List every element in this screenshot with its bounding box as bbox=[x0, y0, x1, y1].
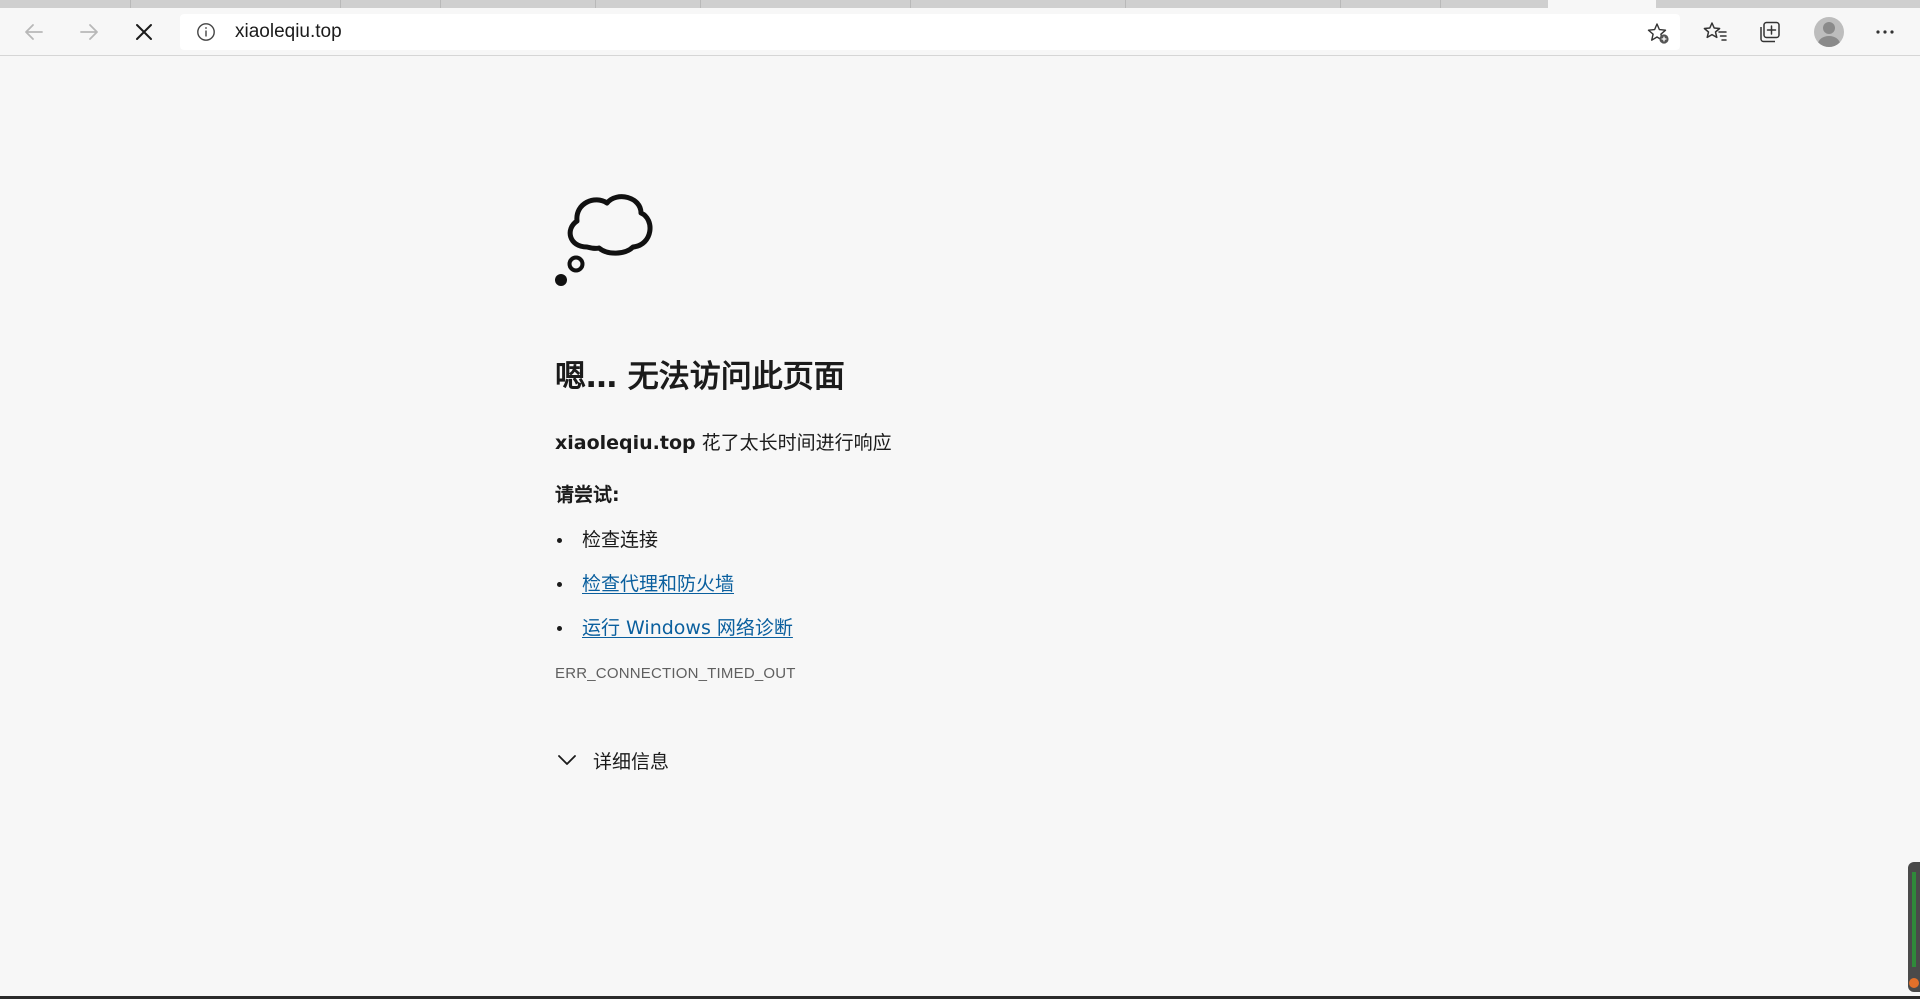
error-host: xiaoleqiu.top bbox=[555, 432, 696, 454]
thought-cloud-icon bbox=[555, 194, 653, 286]
address-bar[interactable]: xiaoleqiu.top bbox=[180, 14, 1680, 50]
profile-button[interactable] bbox=[1814, 17, 1844, 47]
bullet-icon bbox=[557, 582, 562, 587]
tab-divider bbox=[1440, 0, 1441, 8]
profile-icon-body bbox=[1818, 36, 1840, 47]
check-proxy-firewall-link[interactable]: 检查代理和防火墙 bbox=[582, 573, 734, 595]
error-message: 花了太长时间进行响应 bbox=[695, 432, 892, 454]
chevron-down-icon bbox=[558, 755, 576, 765]
tab-strip bbox=[0, 0, 1920, 8]
tab-divider bbox=[1125, 0, 1126, 8]
favorites-button[interactable] bbox=[1702, 19, 1728, 45]
back-button[interactable] bbox=[16, 16, 52, 48]
tab-divider bbox=[595, 0, 596, 8]
add-favorite-icon[interactable] bbox=[1646, 21, 1670, 45]
floating-widget-handle[interactable] bbox=[1908, 862, 1920, 992]
details-label: 详细信息 bbox=[593, 750, 670, 773]
try-label: 请尝试: bbox=[555, 484, 620, 506]
suggestion-check-connection: 检查连接 bbox=[555, 518, 793, 562]
suggestion-label: 检查连接 bbox=[582, 529, 659, 551]
active-tab[interactable] bbox=[1548, 0, 1656, 8]
widget-level-bar bbox=[1912, 872, 1916, 967]
tab-divider bbox=[910, 0, 911, 8]
tab-divider bbox=[700, 0, 701, 8]
more-button[interactable] bbox=[1872, 19, 1898, 45]
error-description: xiaoleqiu.top 花了太长时间进行响应 bbox=[555, 428, 892, 455]
tab-divider bbox=[130, 0, 131, 8]
tab-divider bbox=[440, 0, 441, 8]
tab-divider bbox=[340, 0, 341, 8]
suggestion-run-network-diagnostics: 运行 Windows 网络诊断 bbox=[555, 606, 793, 650]
error-title: 嗯… 无法访问此页面 bbox=[555, 359, 845, 395]
more-icon bbox=[1876, 30, 1894, 34]
suggestion-list: 检查连接 检查代理和防火墙 运行 Windows 网络诊断 bbox=[555, 518, 793, 650]
forward-button[interactable] bbox=[71, 16, 107, 48]
error-code: ERR_CONNECTION_TIMED_OUT bbox=[555, 665, 796, 682]
url-text[interactable]: xiaoleqiu.top bbox=[235, 14, 342, 50]
favorites-icon bbox=[1703, 22, 1727, 41]
bullet-icon bbox=[557, 626, 562, 631]
tab-divider bbox=[1340, 0, 1341, 8]
suggestion-check-proxy-firewall: 检查代理和防火墙 bbox=[555, 562, 793, 606]
bullet-icon bbox=[557, 538, 562, 543]
collections-icon bbox=[1760, 21, 1780, 43]
details-toggle-button[interactable]: 详细信息 bbox=[557, 746, 669, 774]
forward-icon bbox=[80, 24, 98, 40]
run-network-diagnostics-link[interactable]: 运行 Windows 网络诊断 bbox=[582, 617, 793, 639]
back-icon bbox=[25, 24, 43, 40]
stop-icon bbox=[136, 24, 152, 40]
info-icon[interactable] bbox=[196, 22, 216, 42]
browser-toolbar: xiaoleqiu.top bbox=[0, 8, 1920, 56]
collections-button[interactable] bbox=[1757, 19, 1783, 45]
widget-knob-icon[interactable] bbox=[1909, 978, 1919, 988]
profile-icon bbox=[1823, 22, 1835, 34]
stop-button[interactable] bbox=[126, 16, 162, 48]
